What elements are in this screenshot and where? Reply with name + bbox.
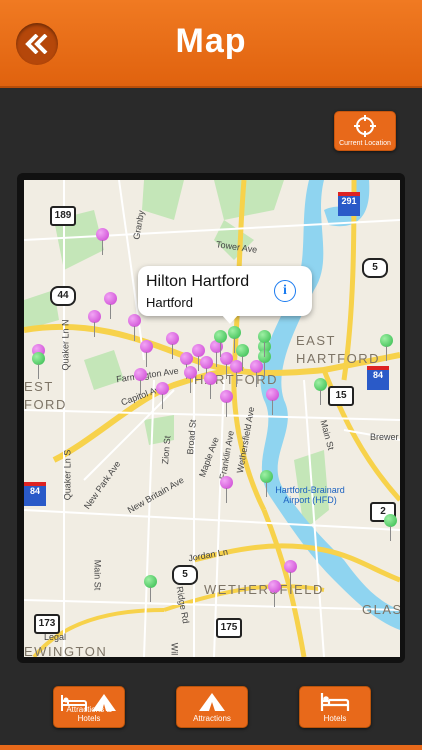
hotel-pin[interactable]: [236, 344, 249, 371]
area-label-newington: EWINGTON: [24, 644, 108, 657]
tab-attractions-hotels[interactable]: Attractions & Hotels: [53, 686, 125, 728]
area-label-wethersfield: WETHERSFIELD: [204, 582, 324, 597]
area-label-glas: GLAS: [362, 602, 400, 617]
hotel-pin[interactable]: [314, 378, 327, 405]
attraction-pin[interactable]: [156, 382, 169, 409]
tab-hotels[interactable]: Hotels: [299, 686, 371, 728]
route-shield: 15: [328, 386, 354, 406]
attraction-pin[interactable]: [200, 356, 213, 383]
page-title: Map: [175, 22, 247, 60]
area-label-west-hartford: EST FORD: [24, 379, 67, 412]
attraction-pin[interactable]: [180, 352, 193, 379]
hotel-pin[interactable]: [32, 352, 45, 379]
attraction-pin[interactable]: [96, 228, 109, 255]
callout-subtitle: Hartford: [146, 295, 193, 310]
route-shield: 189: [50, 206, 76, 226]
route-shield: 44: [50, 286, 76, 306]
tab-attractions[interactable]: Attractions: [176, 686, 248, 728]
map-callout[interactable]: Hilton Hartford Hartford i: [138, 266, 312, 324]
hotel-pin[interactable]: [260, 470, 273, 497]
interstate-shield: 84: [367, 366, 389, 390]
hotel-pin[interactable]: [380, 334, 393, 361]
attraction-pin[interactable]: [140, 340, 153, 367]
callout-title: Hilton Hartford: [146, 273, 250, 290]
hotel-pin[interactable]: [258, 330, 271, 357]
interstate-shield: 84: [24, 482, 46, 506]
road-label-quaker-ln-n: Quaker Ln N: [60, 319, 71, 371]
hotel-pin[interactable]: [228, 326, 241, 353]
attraction-pin[interactable]: [250, 360, 263, 387]
tab-label: Attractions & Hotels: [66, 705, 112, 723]
route-shield: 5: [362, 258, 388, 278]
attraction-pin[interactable]: [284, 560, 297, 587]
footer-bar: [0, 745, 422, 750]
tab-label: Hotels: [323, 714, 347, 723]
road-label-main-st-west: Main St: [92, 559, 103, 591]
attraction-pin[interactable]: [192, 344, 205, 371]
attraction-pin[interactable]: [268, 580, 281, 607]
attraction-pin[interactable]: [128, 314, 141, 341]
interstate-shield: 291: [338, 192, 360, 216]
hotel-pin[interactable]: [144, 575, 157, 602]
hotel-pin[interactable]: [214, 330, 227, 357]
attraction-pin[interactable]: [204, 372, 217, 399]
current-location-button[interactable]: Current Location: [334, 111, 396, 151]
map-view[interactable]: EAST HARTFORD EST FORD HARTFORD WETHERSF…: [24, 180, 400, 657]
attraction-pin[interactable]: [184, 366, 197, 393]
area-label-east-hartford: EAST HARTFORD: [296, 333, 380, 366]
tent-icon: [199, 693, 225, 711]
hotel-pin[interactable]: [384, 514, 397, 541]
route-shield: 5: [172, 565, 198, 585]
info-icon[interactable]: i: [274, 280, 296, 302]
road-label-quaker-ln-s: Quaker Ln S: [62, 449, 73, 501]
attraction-pin[interactable]: [104, 292, 117, 319]
road-label-brewer: Brewer: [370, 432, 399, 442]
attraction-pin[interactable]: [134, 368, 147, 395]
attraction-pin[interactable]: [220, 390, 233, 417]
header-bar: Map: [0, 0, 422, 88]
attraction-pin[interactable]: [266, 388, 279, 415]
attraction-pin[interactable]: [88, 310, 101, 337]
route-shield: 175: [216, 618, 242, 638]
attraction-pin[interactable]: [166, 332, 179, 359]
road-label-wil: Wil: [169, 642, 180, 656]
crosshair-icon: [354, 115, 376, 137]
tab-label: Attractions: [193, 714, 231, 723]
bed-icon: [320, 693, 350, 711]
callout-pointer: [221, 314, 239, 324]
route-shield: 173: [34, 614, 60, 634]
current-location-label: Current Location: [339, 140, 391, 147]
attraction-pin[interactable]: [220, 476, 233, 503]
airport-label: Hartford-Brainard Airport (HFD): [275, 485, 345, 505]
